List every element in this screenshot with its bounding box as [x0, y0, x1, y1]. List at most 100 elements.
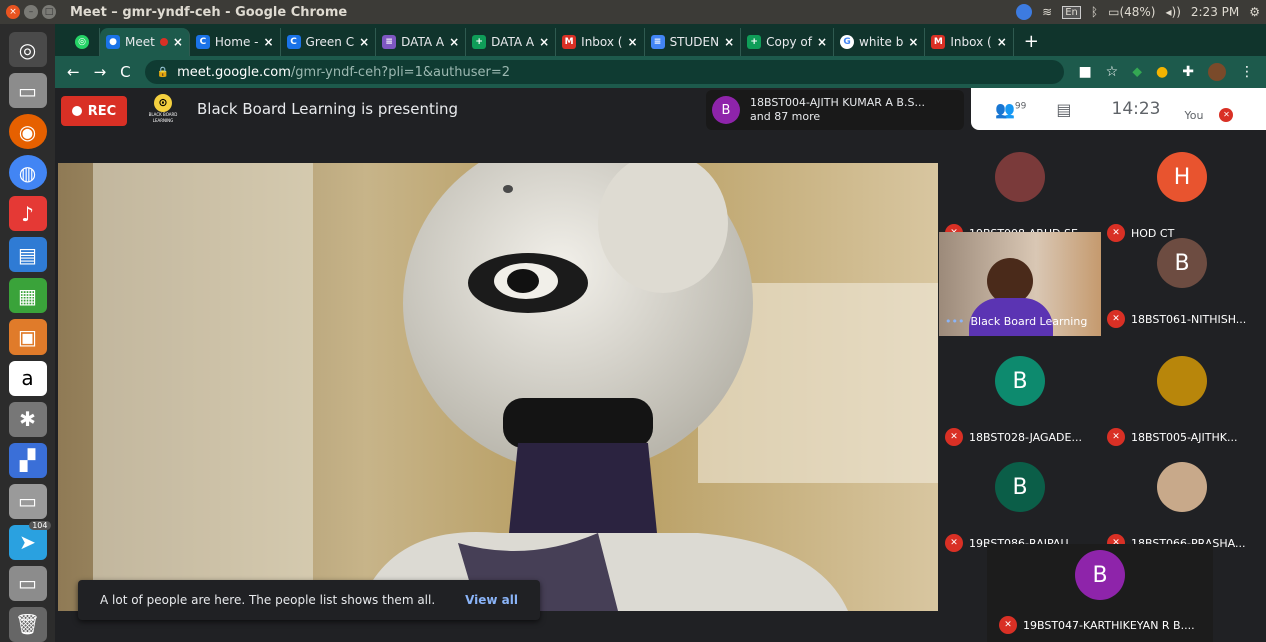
close-tab-icon[interactable]: × [817, 35, 827, 49]
tab-strip: ◎ ● Meet × C Home - × C Green C × ≡ DATA A × + DATA A… [55, 24, 1266, 56]
whatsapp-icon: ◎ [75, 35, 89, 49]
close-tab-icon[interactable]: × [449, 35, 459, 49]
software-center-icon[interactable]: ▞ [8, 442, 47, 478]
participant-tile[interactable]: ••• Black Board Learning [939, 232, 1101, 336]
browser-tab[interactable]: ≡ DATA A × [376, 28, 467, 56]
close-tab-icon[interactable]: × [539, 35, 549, 49]
browser-tab[interactable]: C Green C × [281, 28, 377, 56]
extension-icon-1[interactable]: ⬥ [1132, 64, 1142, 80]
browser-tab[interactable]: M Inbox (× [556, 28, 645, 56]
joiner-line2: and 87 more [750, 110, 821, 123]
browser-tab[interactable]: C Home - × [190, 28, 281, 56]
tab-label: white b [859, 35, 904, 49]
view-all-button[interactable]: View all [465, 593, 518, 607]
impress-icon[interactable]: ▣ [8, 319, 47, 355]
close-tab-icon[interactable]: × [359, 35, 369, 49]
new-tab-button[interactable]: + [1024, 31, 1039, 52]
recording-indicator[interactable]: REC [61, 96, 127, 126]
back-icon[interactable]: ← [67, 63, 80, 81]
recording-tab-icon [159, 38, 168, 46]
close-tab-icon[interactable]: × [724, 35, 734, 49]
tab-label: DATA A [401, 35, 445, 49]
join-notification[interactable]: B 18BST004-AJITH KUMAR A B.S... and 87 m… [706, 90, 964, 130]
logo-mark-icon: ⊙ [154, 94, 172, 112]
mic-off-icon: ✕ [945, 428, 963, 446]
chat-button[interactable]: ▤ [1056, 100, 1071, 119]
close-tab-icon[interactable]: × [997, 35, 1007, 49]
participant-avatar: H [1157, 152, 1207, 202]
tab-favicon-icon: M [931, 35, 946, 49]
extensions-puzzle-icon[interactable]: ✚ [1182, 64, 1194, 80]
settings-gear-icon[interactable]: ⚙ [1249, 5, 1260, 19]
drive-icon[interactable]: ▭ [8, 483, 47, 519]
music-player-icon[interactable]: ♪ [8, 196, 47, 232]
participant-avatar: B [995, 462, 1045, 512]
toolbar-icons: ■ ☆ ⬥ ● ✚ ⋮ [1078, 63, 1254, 81]
telegram-icon[interactable]: ➤ 104 [8, 520, 51, 560]
close-tab-icon[interactable]: × [628, 35, 638, 49]
files-icon[interactable]: ▭ [8, 73, 47, 109]
chrome-icon[interactable]: ◍ [8, 155, 47, 191]
people-button[interactable]: 👥99 [995, 100, 1026, 119]
reload-icon[interactable]: C [120, 63, 130, 81]
chat-icon: ▤ [1056, 99, 1072, 119]
menu-kebab-icon[interactable]: ⋮ [1240, 64, 1254, 80]
minimize-window-button[interactable]: – [24, 5, 38, 19]
participant-name: Black Board Learning [970, 315, 1088, 328]
browser-tab[interactable]: ≡ STUDEN × [645, 28, 742, 56]
participant-name: 18BST005-AJITHK... [1131, 430, 1238, 444]
bookmark-star-icon[interactable]: ☆ [1106, 64, 1119, 80]
logo-text: BLACK BOARD LEARNING [148, 112, 178, 123]
files-icon-2[interactable]: ▭ [8, 565, 47, 601]
volume-icon[interactable]: ◂)) [1165, 5, 1180, 19]
system-tray: ≋ En ᛒ ▭(48%) ◂)) 2:23 PM ⚙ [1016, 0, 1260, 24]
ubuntu-dash-icon[interactable]: ◎ [8, 32, 47, 68]
browser-tab[interactable]: + Copy of × [741, 28, 835, 56]
browser-tab[interactable]: Gwhite b × [834, 28, 926, 56]
calc-icon[interactable]: ▦ [8, 278, 47, 314]
clock[interactable]: 2:23 PM [1191, 5, 1239, 19]
presentation-video [58, 163, 938, 611]
close-window-button[interactable]: × [6, 5, 20, 19]
tab-whatsapp[interactable]: ◎ [65, 28, 100, 56]
firefox-icon[interactable]: ◉ [8, 114, 47, 150]
mic-off-icon: ✕ [1107, 428, 1125, 446]
browser-tab[interactable]: M Inbox (× [925, 28, 1014, 56]
close-tab-icon[interactable]: × [908, 35, 918, 49]
participant-tile[interactable]: ✕ 18BST005-AJITHK... [1101, 350, 1263, 454]
forward-icon[interactable]: → [94, 63, 107, 81]
bluetooth-icon[interactable]: ᛒ [1091, 5, 1098, 19]
participant-name: 18BST028-JAGADE... [969, 430, 1082, 444]
participant-tile[interactable]: B ✕ 18BST028-JAGADE... [939, 350, 1101, 454]
browser-tab[interactable]: ● Meet × [100, 28, 190, 56]
writer-icon[interactable]: ▤ [8, 237, 47, 273]
close-tab-icon[interactable]: × [173, 35, 183, 49]
url-field[interactable]: 🔒 meet.google.com/gmr-yndf-ceh?pli=1&aut… [144, 60, 1065, 84]
chrome-notification-icon[interactable] [1016, 4, 1033, 20]
participant-tile[interactable]: B ✕ 19BST047-KARTHIKEYAN R B.... [987, 544, 1213, 642]
participant-photo-avatar [1157, 356, 1207, 406]
tab-label: Inbox ( [581, 35, 623, 49]
people-count: 99 [1014, 101, 1027, 112]
participant-tile[interactable]: B ✕ 18BST061-NITHISH... [1101, 232, 1263, 336]
battery-status[interactable]: ▭(48%) [1108, 5, 1155, 19]
profile-avatar[interactable] [1208, 63, 1226, 81]
window-controls: × – □ [6, 5, 56, 19]
joiner-avatar: B [712, 96, 740, 124]
amazon-icon[interactable]: a [8, 360, 47, 396]
system-settings-icon[interactable]: ✱ [8, 401, 47, 437]
trash-icon[interactable]: 🗑 [8, 606, 47, 642]
tab-favicon-icon: ≡ [650, 35, 665, 49]
extension-icon-2[interactable]: ● [1156, 64, 1168, 80]
meeting-details-panel: 👥99 ▤ 14:23 You ✕ [971, 88, 1266, 130]
mic-off-icon: ✕ [999, 616, 1017, 634]
wifi-icon[interactable]: ≋ [1042, 5, 1052, 19]
tabs: ● Meet × C Home - × C Green C × ≡ DATA A × + DATA A × M… [100, 28, 1014, 56]
camera-in-use-icon[interactable]: ■ [1078, 64, 1091, 80]
keyboard-language[interactable]: En [1062, 5, 1081, 19]
maximize-window-button[interactable]: □ [42, 5, 56, 19]
launcher: ◎ ▭ ◉ ◍ ♪ ▤ ▦ ▣ a ✱ ▞ ▭ ➤ 104 ▭ 🗑 [0, 24, 55, 642]
browser-tab[interactable]: + DATA A × [466, 28, 557, 56]
tab-favicon-icon: + [472, 35, 487, 49]
close-tab-icon[interactable]: × [263, 35, 273, 49]
